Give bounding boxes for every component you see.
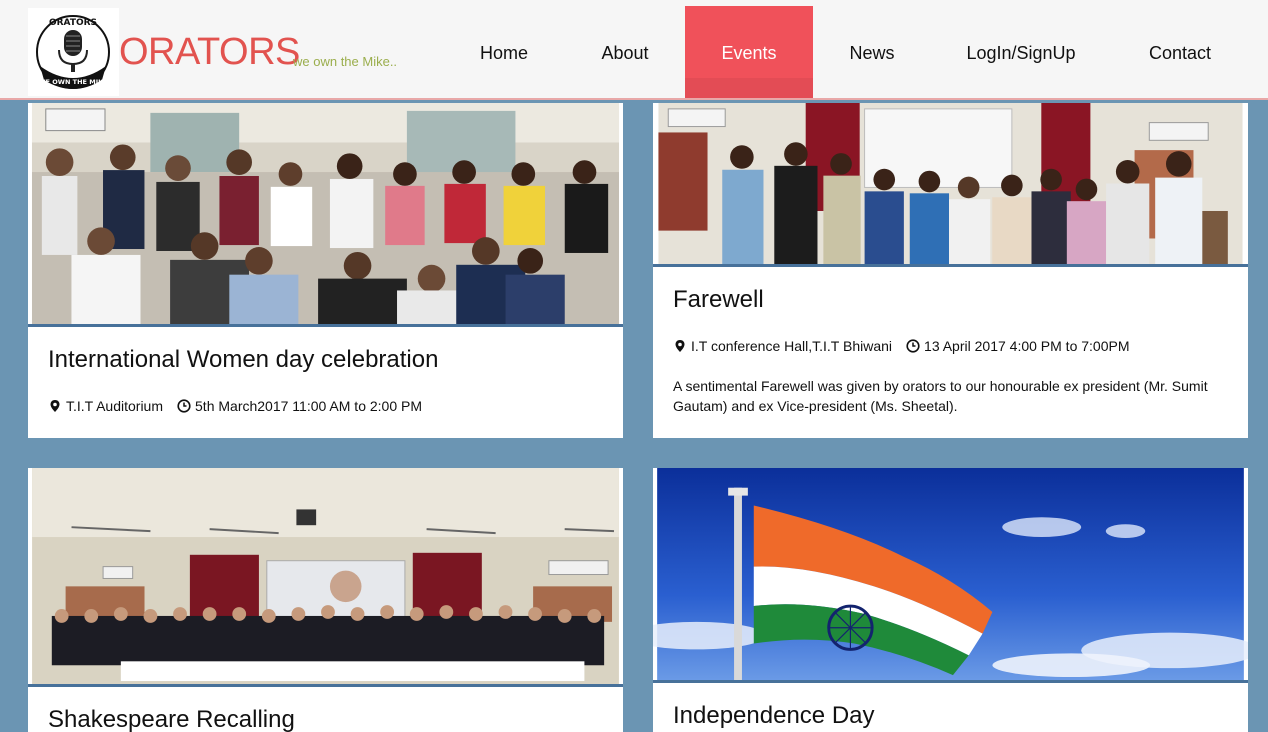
event-time: 5th March2017 11:00 AM to 2:00 PM — [195, 398, 423, 414]
event-meta: T.I.T Auditorium 5th March2017 11:00 AM … — [48, 398, 422, 414]
event-title[interactable]: Independence Day — [673, 702, 875, 730]
map-marker-icon — [675, 340, 685, 352]
nav-news[interactable]: News — [812, 6, 932, 98]
svg-text:WE OWN THE MIKE: WE OWN THE MIKE — [38, 78, 107, 86]
nav-home[interactable]: Home — [444, 6, 564, 98]
event-card[interactable]: International Women day celebration T.I.… — [28, 103, 623, 438]
farewell-photo — [653, 103, 1248, 267]
nav-events[interactable]: Events — [685, 6, 813, 98]
event-location: I.T conference Hall,T.I.T Bhiwani — [691, 338, 893, 354]
clock-icon — [177, 399, 191, 413]
svg-text:ORATORS: ORATORS — [49, 18, 97, 28]
event-title[interactable]: Farewell — [673, 286, 764, 314]
map-marker-icon — [50, 400, 60, 412]
event-card[interactable]: Independence Day — [653, 468, 1248, 732]
event-card[interactable]: Farewell I.T conference Hall,T.I.T Bhiwa… — [653, 103, 1248, 438]
nav-about[interactable]: About — [565, 6, 685, 98]
event-description: A sentimental Farewell was given by orat… — [673, 378, 1208, 414]
site-header: ORATORS WE OWN THE MIKE ORATORS we own t… — [0, 0, 1268, 100]
event-location: T.I.T Auditorium — [66, 398, 164, 414]
flag-photo — [653, 468, 1248, 683]
brand-tagline: we own the Mike.. — [293, 54, 398, 69]
event-meta: I.T conference Hall,T.I.T Bhiwani 13 Apr… — [673, 338, 1130, 354]
group-photo — [28, 103, 623, 327]
event-title[interactable]: Shakespeare Recalling — [48, 706, 295, 732]
clock-icon — [906, 339, 920, 353]
event-card[interactable]: Shakespeare Recalling — [28, 468, 623, 732]
nav-login-signup[interactable]: LogIn/SignUp — [945, 6, 1097, 98]
event-title[interactable]: International Women day celebration — [48, 346, 438, 374]
auditorium-photo — [28, 468, 623, 687]
nav-events-label: Events — [721, 43, 777, 63]
event-time: 13 April 2017 4:00 PM to 7:00PM — [924, 338, 1130, 354]
brand-name[interactable]: ORATORS — [119, 32, 300, 72]
nav-contact[interactable]: Contact — [1120, 6, 1240, 98]
microphone-logo-icon: ORATORS WE OWN THE MIKE — [36, 15, 110, 89]
logo[interactable]: ORATORS WE OWN THE MIKE — [28, 8, 119, 96]
